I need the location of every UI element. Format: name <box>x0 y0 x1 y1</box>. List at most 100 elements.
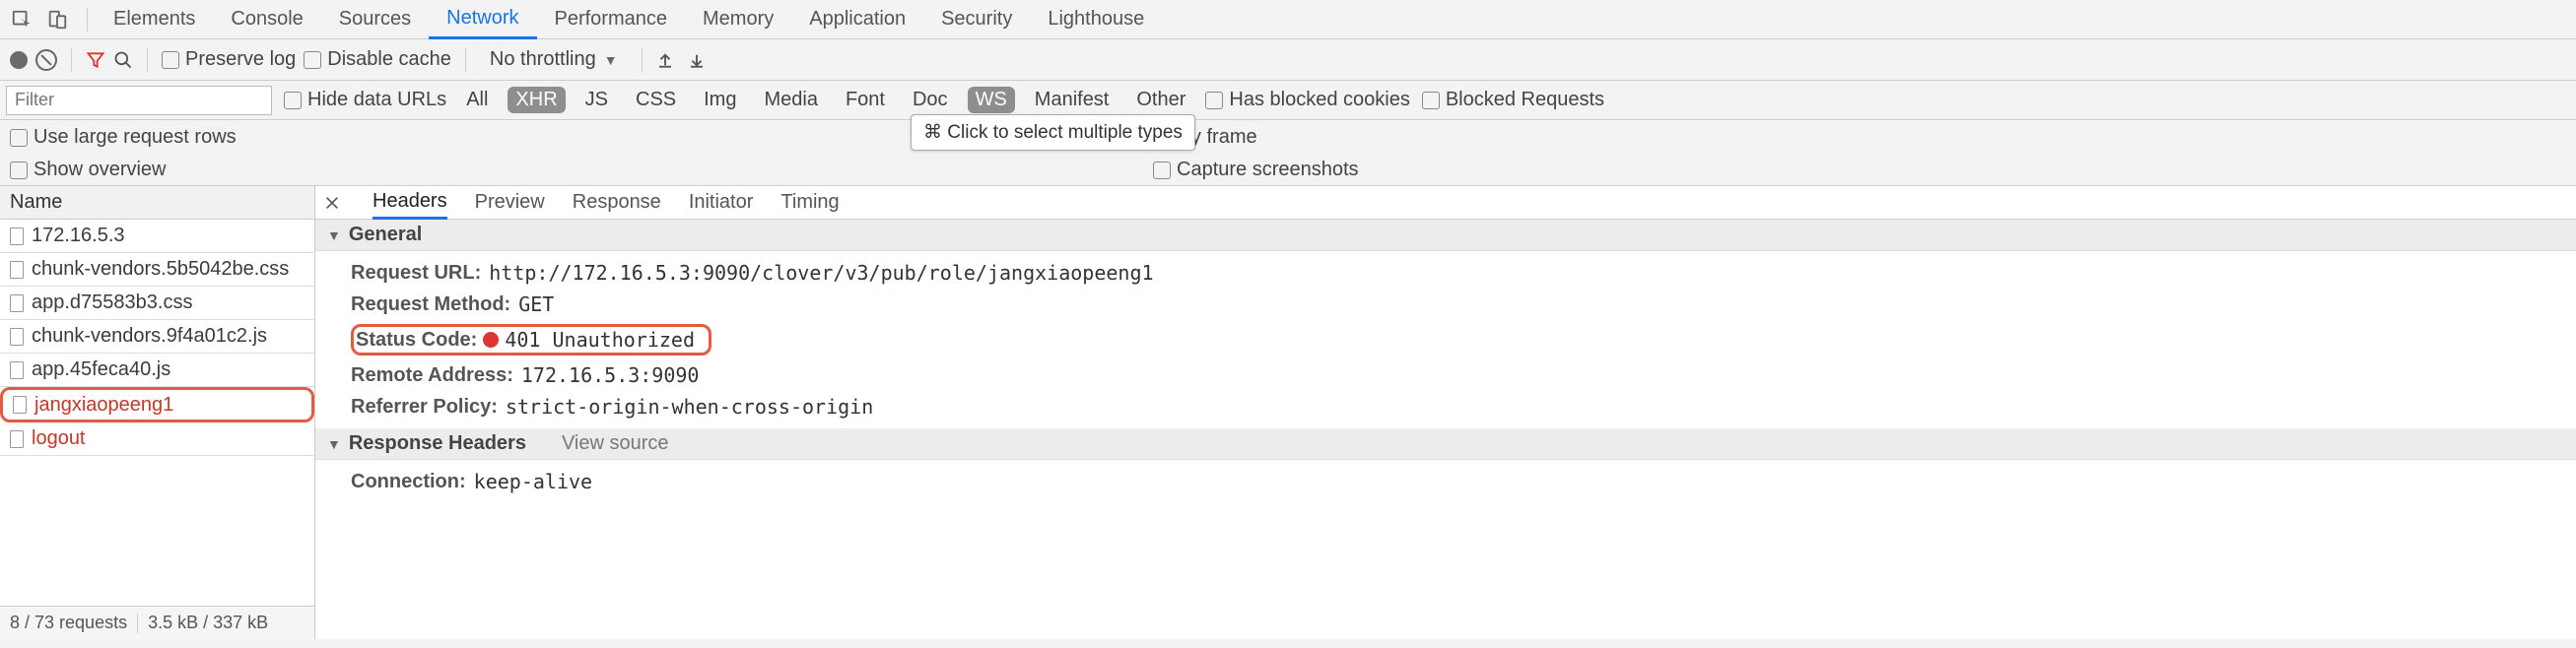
type-filter-other[interactable]: Other <box>1128 87 1193 113</box>
type-filter-img[interactable]: Img <box>696 87 744 113</box>
blocked-requests-label: Blocked Requests <box>1446 89 1604 111</box>
divider <box>147 48 148 72</box>
detail-tab-response[interactable]: Response <box>573 186 661 220</box>
file-icon <box>10 430 24 448</box>
main-tab-security[interactable]: Security <box>923 0 1030 39</box>
status-code-key: Status Code: <box>356 329 477 352</box>
request-name: app.d75583b3.css <box>32 292 192 314</box>
close-details-button[interactable] <box>319 190 345 216</box>
has-blocked-cookies-checkbox[interactable]: Has blocked cookies <box>1205 89 1409 111</box>
detail-tab-initiator[interactable]: Initiator <box>689 186 754 220</box>
preserve-log-checkbox[interactable]: Preserve log <box>162 48 296 71</box>
name-column-header[interactable]: Name <box>0 186 314 220</box>
request-method-key: Request Method: <box>351 293 510 316</box>
type-filter-doc[interactable]: Doc <box>905 87 956 113</box>
disable-cache-label: Disable cache <box>327 48 451 71</box>
detail-tab-timing[interactable]: Timing <box>780 186 839 220</box>
connection-key: Connection: <box>351 471 466 493</box>
large-rows-checkbox[interactable]: Use large request rows <box>10 126 237 149</box>
file-icon <box>10 294 24 312</box>
import-har-icon[interactable] <box>656 51 674 69</box>
capture-screenshots-checkbox[interactable]: Capture screenshots <box>1153 159 1359 181</box>
referrer-policy-value: strict-origin-when-cross-origin <box>506 395 873 419</box>
request-row[interactable]: app.d75583b3.css <box>0 287 314 320</box>
divider <box>642 48 643 72</box>
disclosure-triangle-icon: ▼ <box>327 436 341 452</box>
status-code-highlight: Status Code: 401 Unauthorized <box>351 324 712 356</box>
type-filter-xhr[interactable]: XHR <box>508 87 565 113</box>
record-button[interactable] <box>10 51 28 69</box>
file-icon <box>10 261 24 279</box>
request-name: chunk-vendors.9f4a01c2.js <box>32 325 267 348</box>
type-filter-css[interactable]: CSS <box>628 87 684 113</box>
chevron-down-icon: ▼ <box>604 52 618 68</box>
hide-data-urls-label: Hide data URLs <box>307 89 446 111</box>
inspect-icon[interactable] <box>8 6 35 33</box>
blocked-requests-checkbox[interactable]: Blocked Requests <box>1422 89 1604 111</box>
filter-input[interactable] <box>6 86 272 115</box>
file-icon <box>10 361 24 379</box>
detail-tab-headers[interactable]: Headers <box>373 186 447 220</box>
export-har-icon[interactable] <box>688 51 706 69</box>
search-icon[interactable] <box>113 50 133 70</box>
request-row[interactable]: chunk-vendors.5b5042be.css <box>0 253 314 287</box>
main-tab-performance[interactable]: Performance <box>537 0 686 39</box>
type-filter-manifest[interactable]: Manifest <box>1027 87 1118 113</box>
main-tab-lighthouse[interactable]: Lighthouse <box>1030 0 1162 39</box>
multiselect-tooltip: ⌘ Click to select multiple types <box>911 114 1195 151</box>
main-tab-network[interactable]: Network <box>429 0 536 39</box>
request-name: chunk-vendors.5b5042be.css <box>32 258 289 281</box>
detail-tab-preview[interactable]: Preview <box>475 186 545 220</box>
view-source-link[interactable]: View source <box>562 432 669 455</box>
main-tab-application[interactable]: Application <box>791 0 923 39</box>
connection-value: keep-alive <box>474 470 592 493</box>
clear-icon[interactable] <box>35 49 57 71</box>
large-rows-label: Use large request rows <box>34 126 237 149</box>
request-name: app.45feca40.js <box>32 358 170 381</box>
response-headers-section-header[interactable]: ▼ Response Headers View source <box>315 428 2576 460</box>
type-filter-ws[interactable]: WS <box>968 87 1015 113</box>
main-tab-elements[interactable]: Elements <box>96 0 213 39</box>
type-filter-font[interactable]: Font <box>838 87 893 113</box>
request-url-value: http://172.16.5.3:9090/clover/v3/pub/rol… <box>489 261 1153 285</box>
has-blocked-cookies-label: Has blocked cookies <box>1229 89 1409 111</box>
main-tab-console[interactable]: Console <box>213 0 320 39</box>
disclosure-triangle-icon: ▼ <box>327 227 341 243</box>
divider <box>465 48 466 72</box>
response-headers-title: Response Headers <box>349 432 526 455</box>
request-name: jangxiaopeeng1 <box>34 394 173 417</box>
show-overview-label: Show overview <box>34 159 167 181</box>
type-filter-all[interactable]: All <box>458 87 496 113</box>
transfer-size: 3.5 kB / 337 kB <box>148 613 268 633</box>
request-row[interactable]: logout <box>0 422 314 456</box>
request-row[interactable]: 172.16.5.3 <box>0 220 314 253</box>
general-section-header[interactable]: ▼ General <box>315 220 2576 251</box>
capture-screenshots-label: Capture screenshots <box>1177 159 1359 181</box>
status-code-value: 401 Unauthorized <box>505 328 695 352</box>
referrer-policy-key: Referrer Policy: <box>351 396 498 419</box>
requests-count: 8 / 73 requests <box>10 613 127 633</box>
request-method-value: GET <box>518 292 554 316</box>
filter-toggle-icon[interactable] <box>86 50 105 70</box>
status-dot-icon <box>483 332 499 348</box>
show-overview-checkbox[interactable]: Show overview <box>10 159 167 181</box>
request-row[interactable]: chunk-vendors.9f4a01c2.js <box>0 320 314 354</box>
divider <box>71 48 72 72</box>
device-toggle-icon[interactable] <box>43 6 71 33</box>
request-row[interactable]: app.45feca40.js <box>0 354 314 387</box>
divider <box>87 8 88 32</box>
request-name: 172.16.5.3 <box>32 225 125 247</box>
type-filter-js[interactable]: JS <box>577 87 616 113</box>
remote-address-key: Remote Address: <box>351 364 513 387</box>
throttling-select[interactable]: No throttling ▼ <box>480 48 628 71</box>
throttling-label: No throttling <box>490 48 596 71</box>
type-filter-media[interactable]: Media <box>756 87 825 113</box>
request-row[interactable]: jangxiaopeeng1 <box>0 387 314 422</box>
request-url-key: Request URL: <box>351 262 481 285</box>
divider <box>137 614 138 633</box>
disable-cache-checkbox[interactable]: Disable cache <box>304 48 451 71</box>
file-icon <box>10 328 24 346</box>
main-tab-memory[interactable]: Memory <box>685 0 791 39</box>
hide-data-urls-checkbox[interactable]: Hide data URLs <box>284 89 446 111</box>
main-tab-sources[interactable]: Sources <box>321 0 429 39</box>
